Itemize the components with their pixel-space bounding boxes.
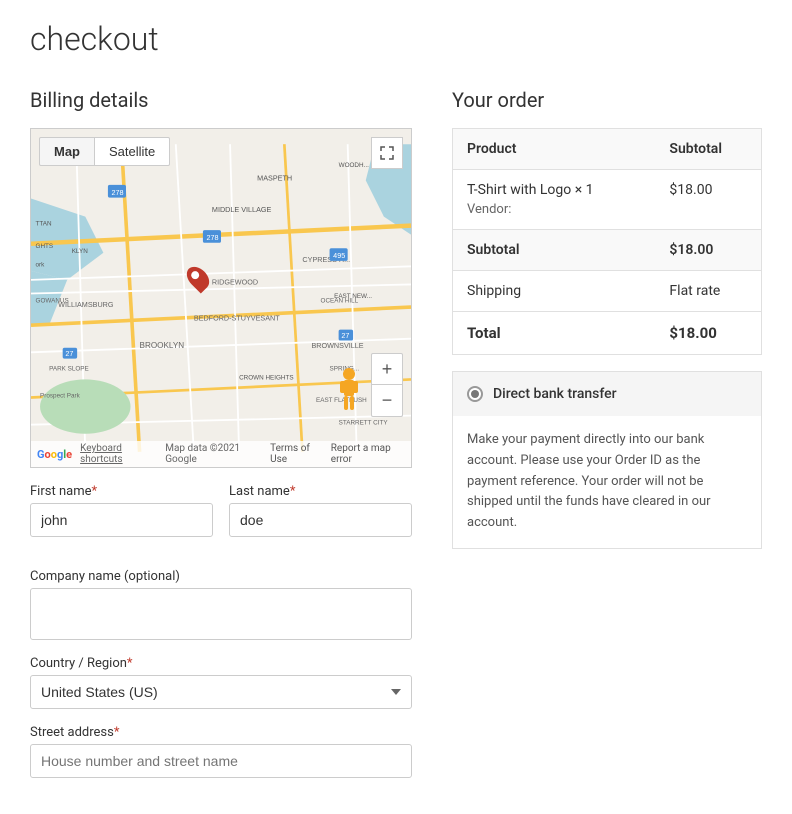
first-name-required: * xyxy=(91,484,97,499)
zoom-in-button[interactable]: + xyxy=(371,353,403,385)
total-value-cell: $18.00 xyxy=(655,312,761,355)
svg-text:BROOKLYN: BROOKLYN xyxy=(140,341,185,350)
map-zoom-controls: + − xyxy=(371,353,403,417)
svg-text:Prospect Park: Prospect Park xyxy=(40,393,81,400)
page-title: checkout xyxy=(30,20,762,58)
shipping-row: Shipping Flat rate xyxy=(453,271,762,312)
map-container[interactable]: BROOKLYN WILLIAMSBURG BEDFORD-STUYVESANT… xyxy=(30,128,412,468)
map-data-label: Map data ©2021 Google xyxy=(165,443,262,465)
keyboard-shortcuts-link[interactable]: Keyboard shortcuts xyxy=(80,443,157,465)
company-name-label: Company name (optional) xyxy=(30,569,412,584)
svg-text:ork: ork xyxy=(36,261,46,268)
payment-radio[interactable] xyxy=(467,386,483,402)
col-subtotal-header: Subtotal xyxy=(655,129,761,170)
svg-text:OCEAN HILL: OCEAN HILL xyxy=(321,298,359,305)
map-footer: Google Keyboard shortcuts Map data ©2021… xyxy=(31,441,411,467)
svg-text:KLYN: KLYN xyxy=(72,248,88,255)
first-name-input[interactable] xyxy=(30,503,213,537)
satellite-view-button[interactable]: Satellite xyxy=(95,137,170,166)
street-address-input[interactable] xyxy=(30,744,412,778)
svg-text:BROWNSVILLE: BROWNSVILLE xyxy=(311,341,363,350)
payment-box: Direct bank transfer Make your payment d… xyxy=(452,371,762,549)
payment-option[interactable]: Direct bank transfer xyxy=(453,372,761,416)
svg-text:PARK SLOPE: PARK SLOPE xyxy=(49,365,89,372)
svg-text:495: 495 xyxy=(333,251,345,260)
table-row: T-Shirt with Logo × 1 Vendor: $18.00 xyxy=(453,170,762,230)
country-select[interactable]: United States (US) xyxy=(30,675,412,709)
company-name-group: Company name (optional) xyxy=(30,569,412,640)
payment-radio-inner xyxy=(471,390,479,398)
total-row: Total $18.00 xyxy=(453,312,762,355)
subtotal-value-cell: $18.00 xyxy=(655,230,761,271)
col-product-header: Product xyxy=(453,129,656,170)
svg-text:RIDGEWOOD: RIDGEWOOD xyxy=(212,277,258,286)
svg-text:GHTS: GHTS xyxy=(36,243,54,250)
svg-text:WILLIAMSBURG: WILLIAMSBURG xyxy=(58,300,114,309)
street-address-label: Street address* xyxy=(30,725,412,740)
country-label: Country / Region* xyxy=(30,656,412,671)
last-name-label: Last name* xyxy=(229,484,412,499)
svg-text:CYPRESS H...: CYPRESS H... xyxy=(302,255,350,264)
order-section-title: Your order xyxy=(452,88,762,112)
product-subtotal-cell: $18.00 xyxy=(655,170,761,230)
svg-text:278: 278 xyxy=(207,233,219,242)
last-name-group: Last name* xyxy=(229,484,412,537)
street-required: * xyxy=(114,725,120,740)
last-name-required: * xyxy=(290,484,296,499)
svg-text:TTAN: TTAN xyxy=(36,221,52,228)
svg-text:STARRETT CITY: STARRETT CITY xyxy=(339,420,389,427)
zoom-out-button[interactable]: − xyxy=(371,385,403,417)
first-name-group: First name* xyxy=(30,484,213,537)
map-pegman[interactable] xyxy=(335,367,363,417)
product-cell: T-Shirt with Logo × 1 Vendor: xyxy=(453,170,656,230)
map-view-button[interactable]: Map xyxy=(39,137,95,166)
report-error-link[interactable]: Report a map error xyxy=(331,443,405,465)
subtotal-row: Subtotal $18.00 xyxy=(453,230,762,271)
svg-text:278: 278 xyxy=(112,188,124,197)
vendor-label: Vendor: xyxy=(467,202,641,217)
map-expand-button[interactable] xyxy=(371,137,403,169)
company-name-input[interactable] xyxy=(30,588,412,640)
shipping-label-cell: Shipping xyxy=(453,271,656,312)
order-table: Product Subtotal T-Shirt with Logo × 1 V… xyxy=(452,128,762,355)
svg-text:EAST NEW...: EAST NEW... xyxy=(334,293,372,300)
billing-section-title: Billing details xyxy=(30,88,412,112)
payment-description: Make your payment directly into our bank… xyxy=(453,416,761,548)
last-name-input[interactable] xyxy=(229,503,412,537)
svg-text:27: 27 xyxy=(65,349,73,358)
map-view-controls: Map Satellite xyxy=(39,137,170,166)
product-name: T-Shirt with Logo × 1 xyxy=(467,182,641,198)
svg-text:MASPETH: MASPETH xyxy=(257,173,292,182)
first-name-label: First name* xyxy=(30,484,213,499)
svg-text:CROWN HEIGHTS: CROWN HEIGHTS xyxy=(239,374,294,381)
google-logo: Google xyxy=(37,448,72,461)
order-section: Your order Product Subtotal T-Shirt with… xyxy=(452,88,762,549)
svg-text:WOODH...: WOODH... xyxy=(339,162,369,169)
billing-section: Billing details xyxy=(30,88,412,794)
svg-text:MIDDLE VILLAGE: MIDDLE VILLAGE xyxy=(212,205,272,214)
payment-label: Direct bank transfer xyxy=(493,386,617,402)
street-address-group: Street address* xyxy=(30,725,412,778)
map-marker xyxy=(189,265,207,291)
terms-of-use-link[interactable]: Terms of Use xyxy=(270,443,323,465)
shipping-value-cell: Flat rate xyxy=(655,271,761,312)
subtotal-label-cell: Subtotal xyxy=(453,230,656,271)
svg-text:GOWANUS: GOWANUS xyxy=(36,298,69,305)
total-label-cell: Total xyxy=(453,312,656,355)
country-group: Country / Region* United States (US) xyxy=(30,656,412,709)
svg-text:BEDFORD-STUYVESANT: BEDFORD-STUYVESANT xyxy=(194,314,280,323)
country-required: * xyxy=(127,656,133,671)
svg-text:27: 27 xyxy=(341,331,349,340)
